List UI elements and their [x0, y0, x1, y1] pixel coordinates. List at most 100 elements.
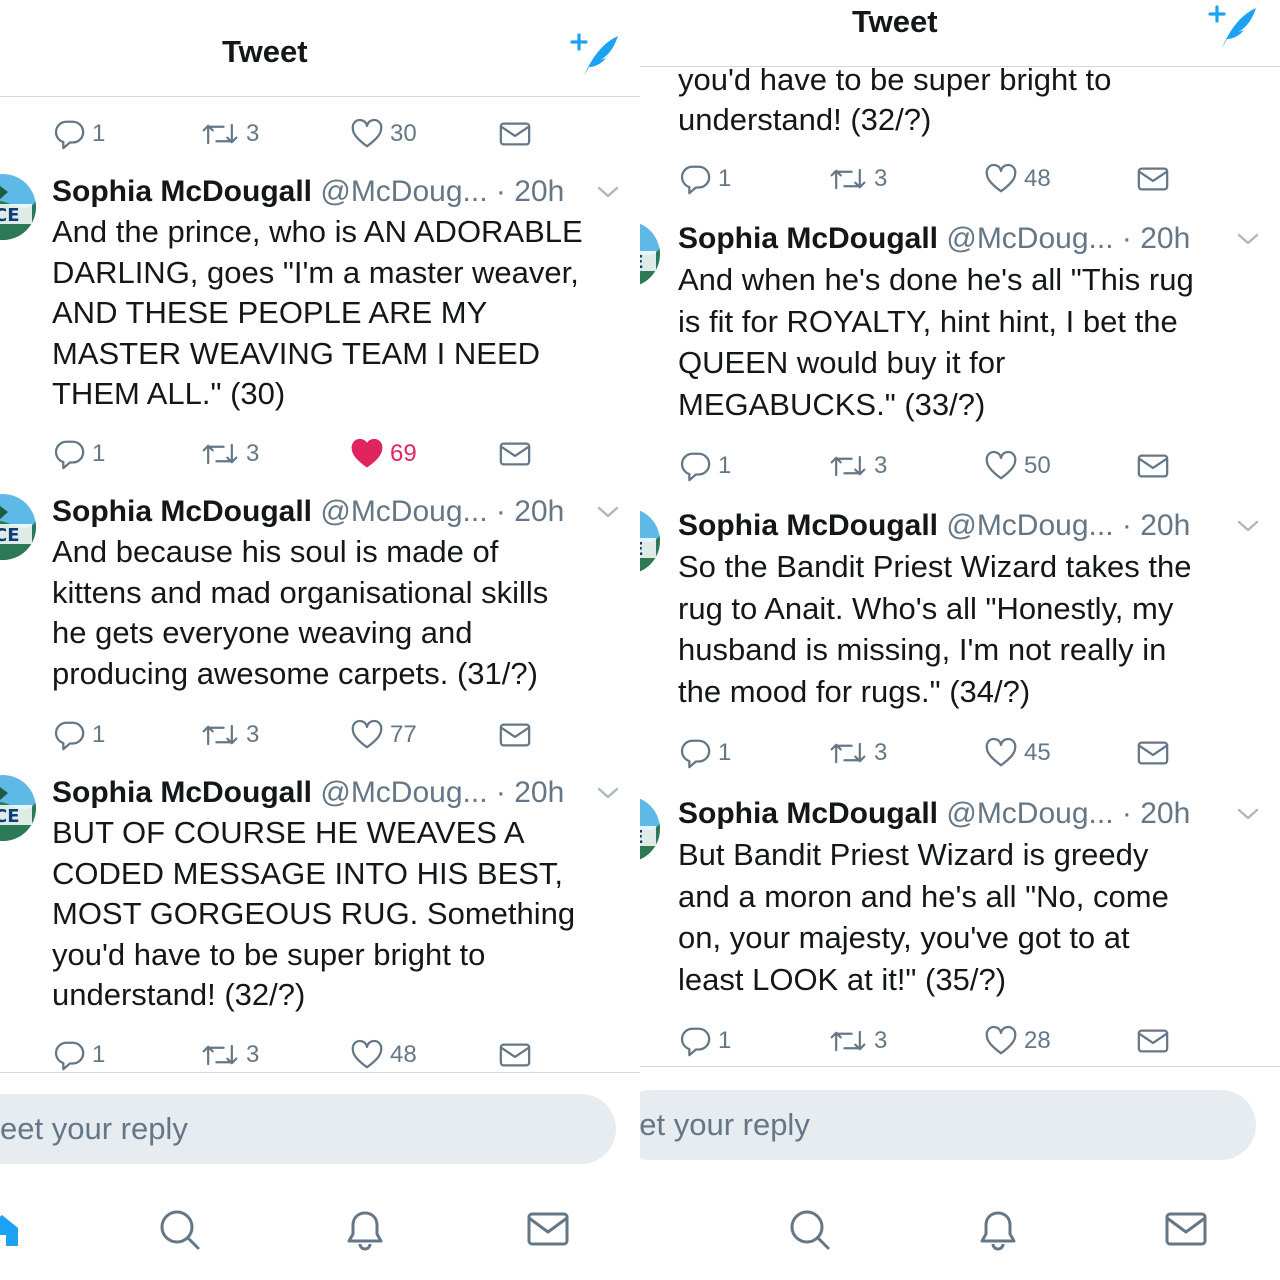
- retweet-button[interactable]: 3: [828, 159, 887, 199]
- retweet-button[interactable]: 3: [200, 434, 259, 474]
- retweet-button[interactable]: 3: [200, 715, 259, 755]
- reply-icon: [678, 449, 712, 483]
- retweet-button[interactable]: 3: [200, 114, 259, 154]
- tweet-time: · 20h: [1121, 797, 1191, 830]
- avatar[interactable]: [0, 494, 36, 560]
- avatar[interactable]: [640, 221, 660, 287]
- reply-button[interactable]: 1: [678, 159, 731, 199]
- author-handle[interactable]: @McDoug...: [320, 175, 487, 208]
- retweet-button[interactable]: 3: [828, 1021, 887, 1061]
- like-button[interactable]: 77: [350, 715, 417, 755]
- direct-message-icon: [1136, 451, 1170, 481]
- avatar[interactable]: [0, 775, 36, 841]
- retweet-count: 3: [874, 452, 888, 479]
- left-screenshot-panel: Tweet 1 3 30 Sophia McDougall @McDoug...…: [0, 0, 640, 1280]
- home-icon[interactable]: [640, 1210, 644, 1250]
- reply-count: 1: [718, 165, 732, 192]
- tweet-header: Sophia McDougall @McDoug... · 20h: [678, 506, 1270, 546]
- like-count: 30: [390, 120, 417, 147]
- like-button[interactable]: 48: [350, 1035, 417, 1075]
- reply-button[interactable]: 1: [52, 114, 105, 154]
- like-count: 69: [390, 440, 417, 467]
- reply-input[interactable]: eet your reply: [640, 1090, 1256, 1160]
- home-icon[interactable]: [0, 1210, 22, 1250]
- chevron-down-icon[interactable]: [596, 785, 620, 801]
- retweet-icon: [200, 117, 240, 151]
- avatar[interactable]: [640, 796, 660, 862]
- reply-input[interactable]: eet your reply: [0, 1094, 616, 1164]
- direct-message-button[interactable]: [498, 114, 532, 154]
- reply-button[interactable]: 1: [52, 1035, 105, 1075]
- author-handle[interactable]: @McDoug...: [946, 222, 1113, 255]
- author-name[interactable]: Sophia McDougall: [678, 797, 938, 830]
- like-button[interactable]: 28: [984, 1021, 1051, 1061]
- chevron-down-icon[interactable]: [596, 504, 620, 520]
- tweet-text-cutoff: you'd have to be super bright to underst…: [678, 62, 1112, 137]
- reply-button[interactable]: 1: [678, 446, 731, 486]
- reply-button[interactable]: 1: [52, 715, 105, 755]
- direct-message-button[interactable]: [498, 715, 532, 755]
- direct-message-button[interactable]: [1136, 446, 1170, 486]
- avatar[interactable]: [0, 174, 36, 240]
- search-icon[interactable]: [158, 1208, 202, 1252]
- notifications-icon[interactable]: [976, 1208, 1020, 1252]
- avatar[interactable]: [640, 508, 660, 574]
- chevron-down-icon[interactable]: [1236, 806, 1260, 822]
- chevron-down-icon[interactable]: [596, 184, 620, 200]
- like-icon: [984, 736, 1018, 770]
- action-bar: 1 3 77: [0, 715, 640, 755]
- retweet-button[interactable]: 3: [828, 733, 887, 773]
- author-handle[interactable]: @McDoug...: [946, 797, 1113, 830]
- retweet-icon: [828, 1024, 868, 1058]
- reply-count: 1: [92, 120, 106, 147]
- tweet-header: Sophia McDougall @McDoug... · 20h: [52, 773, 630, 813]
- direct-message-button[interactable]: [498, 434, 532, 474]
- reply-button[interactable]: 1: [678, 1021, 731, 1061]
- direct-message-button[interactable]: [1136, 159, 1170, 199]
- reply-count: 1: [718, 1027, 732, 1054]
- direct-message-button[interactable]: [1136, 1021, 1170, 1061]
- like-button[interactable]: 50: [984, 446, 1051, 486]
- notifications-icon[interactable]: [343, 1208, 387, 1252]
- reply-count: 1: [718, 452, 732, 479]
- reply-button[interactable]: 1: [52, 434, 105, 474]
- compose-tweet-icon[interactable]: [568, 28, 620, 80]
- direct-message-button[interactable]: [498, 1035, 532, 1075]
- like-button[interactable]: 30: [350, 114, 417, 154]
- chevron-down-icon[interactable]: [1236, 231, 1260, 247]
- messages-icon[interactable]: [1164, 1210, 1208, 1248]
- tweet-text: And because his soul is made of kittens …: [52, 534, 549, 691]
- action-bar: 1 3 48: [640, 159, 1280, 199]
- author-name[interactable]: Sophia McDougall: [678, 222, 938, 255]
- like-icon: [350, 117, 384, 151]
- chevron-down-icon[interactable]: [1236, 518, 1260, 534]
- author-handle[interactable]: @McDoug...: [320, 495, 487, 528]
- retweet-button[interactable]: 3: [828, 446, 887, 486]
- like-button[interactable]: 48: [984, 159, 1051, 199]
- action-bar: 1 3 28: [640, 1021, 1280, 1061]
- reply-icon: [678, 162, 712, 196]
- compose-tweet-icon[interactable]: [1206, 0, 1258, 52]
- bottom-nav: [640, 1200, 1280, 1260]
- messages-icon[interactable]: [526, 1210, 570, 1248]
- like-button[interactable]: 45: [984, 733, 1051, 773]
- author-name[interactable]: Sophia McDougall: [52, 776, 312, 809]
- reply-divider: [640, 1066, 1280, 1067]
- author-handle[interactable]: @McDoug...: [320, 776, 487, 809]
- retweet-icon: [200, 1038, 240, 1072]
- reply-button[interactable]: 1: [678, 733, 731, 773]
- retweet-button[interactable]: 3: [200, 1035, 259, 1075]
- direct-message-button[interactable]: [1136, 733, 1170, 773]
- author-name[interactable]: Sophia McDougall: [678, 509, 938, 542]
- author-handle[interactable]: @McDoug...: [946, 509, 1113, 542]
- search-icon[interactable]: [788, 1208, 832, 1252]
- author-name[interactable]: Sophia McDougall: [52, 175, 312, 208]
- tweet-time: · 20h: [495, 495, 565, 528]
- like-button[interactable]: 69: [350, 434, 417, 474]
- like-icon: [350, 718, 384, 752]
- tweet-text: But Bandit Priest Wizard is greedy and a…: [678, 837, 1169, 997]
- author-name[interactable]: Sophia McDougall: [52, 495, 312, 528]
- tweet-header: Sophia McDougall @McDoug... · 20h: [678, 219, 1270, 259]
- reply-icon: [52, 437, 86, 471]
- reply-count: 1: [718, 739, 732, 766]
